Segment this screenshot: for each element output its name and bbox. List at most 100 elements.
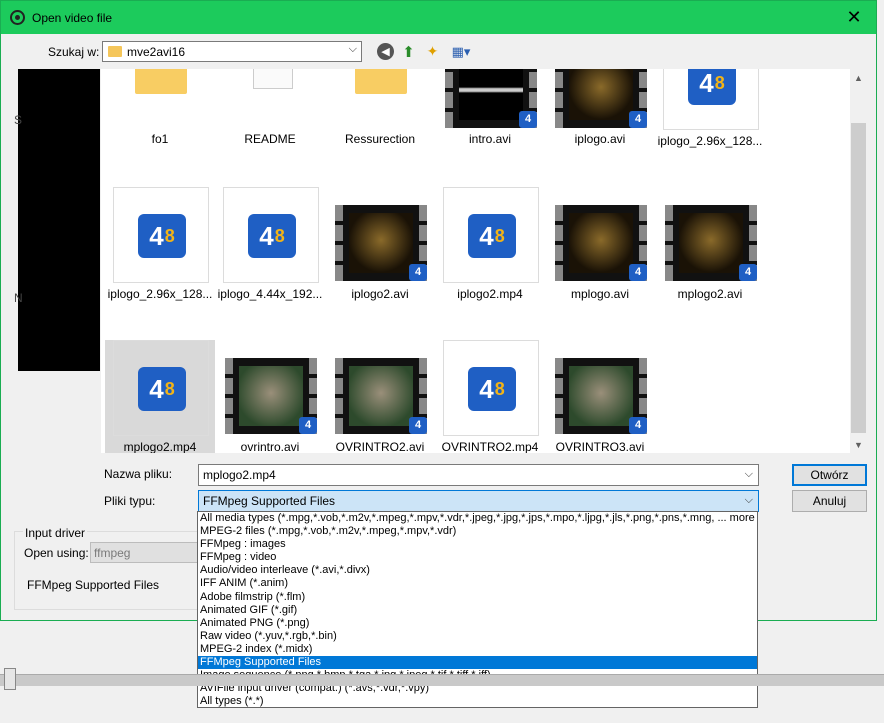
folder-shape [355, 69, 407, 94]
video-thumbnail: 4 [333, 187, 429, 283]
timeline-slider-handle[interactable] [4, 668, 16, 690]
video-thumbnail: 4 [223, 340, 319, 436]
file-name: OVRINTRO2.avi [335, 440, 425, 453]
open-button[interactable]: Otwórz [792, 464, 867, 486]
new-folder-button[interactable]: ✦ [424, 43, 441, 60]
file-item[interactable]: 4 iplogo.avi [545, 69, 655, 152]
filetype-option[interactable]: All types (*.*) [198, 695, 757, 708]
video-frame [349, 366, 413, 426]
file-name: mplogo.avi [570, 287, 630, 301]
player-logo-icon: 48 [468, 214, 516, 258]
media-player-logo-thumbnail: 48 [113, 340, 209, 436]
player-logo-icon: 48 [138, 214, 186, 258]
file-name: fo1 [151, 132, 169, 146]
filetype-option[interactable]: MPEG-2 index (*.midx) [198, 643, 757, 656]
filetype-option[interactable]: MPEG-2 files (*.mpg,*.vob,*.m2v,*.mpeg,*… [198, 525, 757, 538]
scroll-down-icon[interactable]: ▼ [850, 436, 867, 453]
timeline-track[interactable] [0, 674, 884, 686]
media-player-logo-thumbnail: 48 [443, 340, 539, 436]
view-menu-button[interactable]: ▦▾ [448, 43, 474, 60]
video-thumbnail: 4 [553, 187, 649, 283]
file-name: iplogo2.avi [351, 287, 409, 301]
scrollbar-thumb[interactable] [851, 123, 866, 433]
filetype-option[interactable]: FFMpeg : video [198, 551, 757, 564]
filetype-option[interactable]: FFMpeg Supported Files [198, 656, 757, 670]
player-logo-icon: 4 [299, 417, 317, 434]
file-name: iplogo_2.96x_128... [657, 134, 763, 148]
filetype-option[interactable]: Animated GIF (*.gif) [198, 604, 757, 617]
vertical-scrollbar[interactable]: ▲ ▼ [850, 69, 867, 453]
player-logo-icon: 4 [739, 264, 757, 281]
filetype-combo[interactable]: FFMpeg Supported Files ⌵ [198, 490, 759, 512]
file-item[interactable]: fo1 [105, 69, 215, 152]
folder-icon [108, 46, 122, 57]
document-shape [253, 69, 293, 89]
close-button[interactable]: ✕ [832, 1, 876, 34]
player-logo-icon: 4 [519, 111, 537, 128]
chevron-down-icon[interactable]: ⌵ [745, 468, 753, 481]
file-name: mplogo2.mp4 [123, 440, 197, 453]
file-name: OVRINTRO3.avi [555, 440, 645, 453]
places-label-fragment: N [14, 291, 23, 305]
player-logo-icon: 48 [138, 367, 186, 411]
file-item[interactable]: 4 8 iplogo_2.96x_128... [105, 187, 215, 305]
file-name: ovrintro.avi [240, 440, 300, 453]
video-thumbnail: 4 [663, 187, 759, 283]
window-title: Open video file [32, 10, 113, 25]
file-item[interactable]: 4 mplogo.avi [545, 187, 655, 305]
filetype-option[interactable]: Audio/video interleave (*.avi,*.divx) [198, 564, 757, 577]
file-item[interactable]: 4 8 iplogo2.mp4 [435, 187, 545, 305]
file-item[interactable]: 4 8 mplogo2.mp4 [105, 340, 215, 453]
file-item[interactable]: 4 intro.avi [435, 69, 545, 152]
up-folder-button[interactable]: ⬆ [400, 43, 417, 61]
file-name: iplogo_4.44x_192... [217, 287, 323, 301]
player-logo-icon: 4 [409, 264, 427, 281]
filetype-value: FFMpeg Supported Files [203, 494, 336, 508]
player-logo-icon: 4 [409, 417, 427, 434]
lookin-combo[interactable]: mve2avi16 ⌵ [102, 41, 362, 62]
file-item[interactable]: 4 mplogo2.avi [655, 187, 765, 305]
file-item[interactable]: 4 8 iplogo_4.44x_192... [215, 187, 325, 305]
folder-shape [135, 69, 187, 94]
file-item[interactable]: 4 8 iplogo_2.96x_128... [655, 69, 765, 152]
player-logo-icon: 4 [629, 417, 647, 434]
file-name: iplogo_2.96x_128... [107, 287, 213, 301]
media-player-logo-thumbnail: 48 [113, 187, 209, 283]
driver-description: FFMpeg Supported Files [27, 578, 160, 592]
cancel-button[interactable]: Anuluj [792, 490, 867, 512]
file-item[interactable]: 4 8 OVRINTRO2.mp4 [435, 340, 545, 453]
filename-value: mplogo2.mp4 [203, 468, 276, 482]
filetype-option[interactable]: Animated PNG (*.png) [198, 617, 757, 630]
filetype-option[interactable]: IFF ANIM (*.anim) [198, 577, 757, 590]
chevron-down-icon: ⌵ [744, 494, 753, 506]
file-item[interactable]: 4 ovrintro.avi [215, 340, 325, 453]
chevron-down-icon: ⌵ [348, 43, 357, 55]
media-player-logo-thumbnail: 48 [663, 69, 759, 130]
lookin-value: mve2avi16 [127, 44, 186, 59]
video-frame [569, 213, 633, 273]
file-list-view[interactable]: fo1 README Ressurection 4 intro.avi 4 iplogo.a… [101, 69, 867, 453]
filename-input[interactable]: mplogo2.mp4 ⌵ [198, 464, 759, 486]
open-using-combo[interactable]: ffmpeg [90, 542, 210, 563]
file-item[interactable]: README [215, 69, 325, 152]
file-name: mplogo2.avi [677, 287, 743, 301]
video-frame [569, 366, 633, 426]
file-name: Ressurection [344, 132, 416, 146]
places-bar[interactable] [18, 69, 100, 371]
filetype-option[interactable]: Raw video (*.yuv,*.rgb,*.bin) [198, 630, 757, 643]
file-item[interactable]: 4 OVRINTRO3.avi [545, 340, 655, 453]
file-item[interactable]: 4 iplogo2.avi [325, 187, 435, 305]
file-name: iplogo.avi [574, 132, 626, 146]
file-item[interactable]: Ressurection [325, 69, 435, 152]
filetype-option[interactable]: FFMpeg : images [198, 538, 757, 551]
filetype-option[interactable]: All media types (*.mpg,*.vob,*.m2v,*.mpe… [198, 512, 757, 525]
document-icon [223, 69, 319, 130]
file-name: intro.avi [468, 132, 512, 146]
title-bar[interactable]: Open video file ✕ [1, 1, 876, 34]
back-button[interactable]: ◀ [377, 43, 394, 60]
scroll-up-icon[interactable]: ▲ [850, 69, 867, 86]
video-frame [349, 213, 413, 273]
filetype-option[interactable]: Adobe filmstrip (*.flm) [198, 591, 757, 604]
file-item[interactable]: 4 OVRINTRO2.avi [325, 340, 435, 453]
folder-icon [333, 69, 429, 130]
